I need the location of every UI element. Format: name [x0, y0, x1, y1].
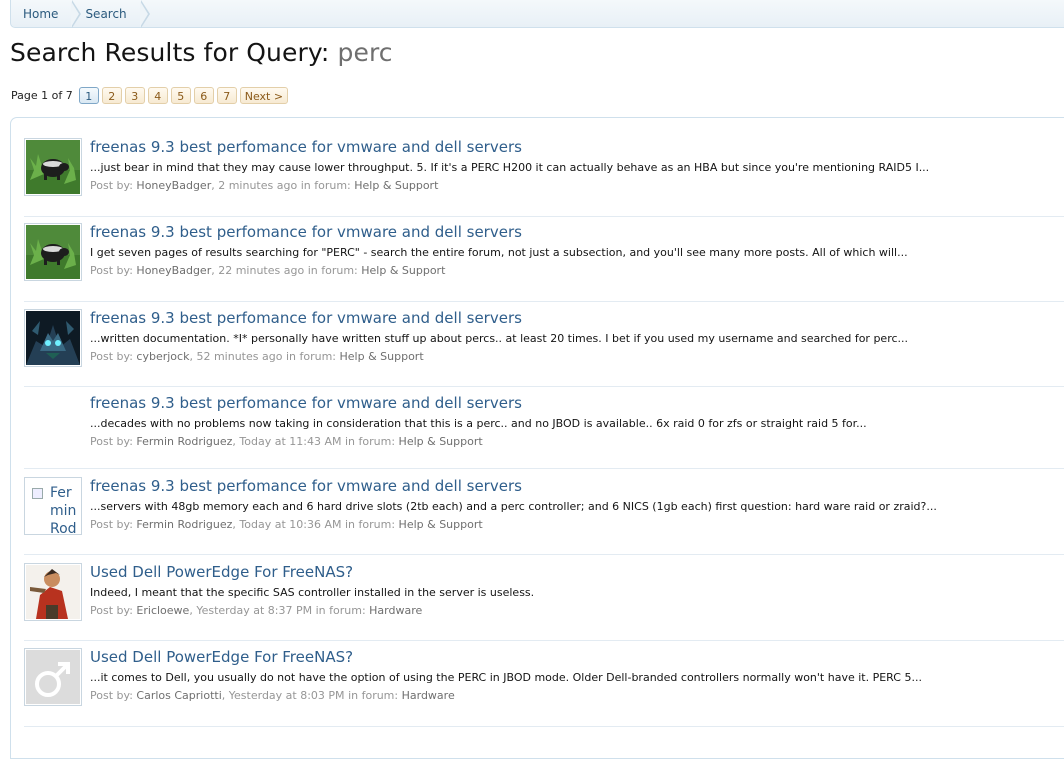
avatar-honeybadger[interactable]	[24, 223, 82, 281]
result-title-link[interactable]: freenas 9.3 best perfomance for vmware a…	[90, 138, 522, 156]
result-snippet: ...servers with 48gb memory each and 6 h…	[90, 500, 937, 513]
post-by-label: Post by:	[90, 689, 133, 702]
search-result: freenas 9.3 best perfomance for vmware a…	[24, 138, 1064, 217]
ericloewe-avatar-icon	[26, 565, 80, 619]
result-title-link[interactable]: freenas 9.3 best perfomance for vmware a…	[90, 309, 522, 327]
result-author-link[interactable]: Carlos Capriotti	[136, 689, 221, 702]
search-result: Used Dell PowerEdge For FreeNAS? ...it c…	[24, 648, 1064, 727]
honeybadger-avatar-icon	[26, 140, 80, 194]
result-title-link[interactable]: Used Dell PowerEdge For FreeNAS?	[90, 563, 353, 581]
result-forum-link[interactable]: Hardware	[402, 689, 455, 702]
result-author-link[interactable]: Fermin Rodriguez	[136, 518, 232, 531]
result-title-link[interactable]: freenas 9.3 best perfomance for vmware a…	[90, 223, 522, 241]
page-link-4[interactable]: 4	[147, 86, 168, 104]
result-snippet: ...decades with no problems now taking i…	[90, 417, 867, 430]
result-author-link[interactable]: Fermin Rodriguez	[136, 435, 232, 448]
page-of-label: Page 1 of 7	[11, 88, 73, 102]
result-title-link[interactable]: freenas 9.3 best perfomance for vmware a…	[90, 477, 522, 495]
result-forum-link[interactable]: Help & Support	[361, 264, 445, 277]
page-link-7[interactable]: 7	[216, 86, 237, 104]
result-author-link[interactable]: HoneyBadger	[136, 264, 211, 277]
in-forum-label: in forum:	[300, 179, 351, 192]
search-results-list: freenas 9.3 best perfomance for vmware a…	[10, 117, 1064, 759]
result-timestamp: Today at 11:43 AM	[239, 435, 342, 448]
breadcrumb-search-label[interactable]: Search	[85, 7, 126, 21]
page-link-1[interactable]: 1	[78, 86, 99, 104]
result-meta: Post by: HoneyBadger, 22 minutes ago in …	[90, 264, 446, 277]
post-by-label: Post by:	[90, 179, 133, 192]
result-timestamp: Yesterday at 8:37 PM	[196, 604, 313, 617]
result-snippet: ...just bear in mind that they may cause…	[90, 161, 930, 174]
search-result: freenas 9.3 best perfomance for vmware a…	[24, 394, 1064, 469]
result-meta: Post by: Ericloewe, Yesterday at 8:37 PM…	[90, 604, 423, 617]
result-author-link[interactable]: Ericloewe	[136, 604, 189, 617]
search-query: perc	[337, 38, 393, 67]
result-title-link[interactable]: Used Dell PowerEdge For FreeNAS?	[90, 648, 353, 666]
page-link-6[interactable]: 6	[193, 86, 214, 104]
result-forum-link[interactable]: Hardware	[369, 604, 422, 617]
page-link-5[interactable]: 5	[170, 86, 191, 104]
in-forum-label: in forum:	[285, 350, 336, 363]
breadcrumb-separator-icon	[139, 0, 150, 28]
search-result: freenas 9.3 best perfomance for vmware a…	[24, 309, 1064, 387]
result-timestamp: 52 minutes ago	[196, 350, 283, 363]
result-forum-link[interactable]: Help & Support	[340, 350, 424, 363]
result-timestamp: Today at 10:36 AM	[239, 518, 342, 531]
in-forum-label: in forum:	[348, 689, 399, 702]
result-snippet: ...it comes to Dell, you usually do not …	[90, 671, 922, 684]
result-meta: Post by: Fermin Rodriguez, Today at 11:4…	[90, 435, 483, 448]
result-forum-link[interactable]: Help & Support	[399, 435, 483, 448]
in-forum-label: in forum:	[345, 435, 396, 448]
post-by-label: Post by:	[90, 604, 133, 617]
page-title-prefix: Search Results for Query:	[10, 38, 330, 67]
result-forum-link[interactable]: Help & Support	[354, 179, 438, 192]
cyberjock-avatar-icon	[26, 311, 80, 365]
avatar-ericloewe[interactable]	[24, 563, 82, 621]
result-snippet: I get seven pages of results searching f…	[90, 246, 908, 259]
pagination: Page 1 of 7 1 2 3 4 5 6 7 Next >	[11, 85, 289, 105]
post-by-label: Post by:	[90, 435, 133, 448]
result-title-link[interactable]: freenas 9.3 best perfomance for vmware a…	[90, 394, 522, 412]
avatar-cyberjock[interactable]	[24, 309, 82, 367]
breadcrumb-home[interactable]: Home	[11, 0, 82, 28]
result-meta: Post by: HoneyBadger, 2 minutes ago in f…	[90, 179, 439, 192]
page-link-3[interactable]: 3	[124, 86, 145, 104]
result-timestamp: 22 minutes ago	[218, 264, 305, 277]
honeybadger-avatar-icon	[26, 225, 80, 279]
search-result: Fermin Rodriguez freenas 9.3 best perfom…	[24, 477, 1064, 555]
page-link-2[interactable]: 2	[101, 86, 122, 104]
result-author-link[interactable]: HoneyBadger	[136, 179, 211, 192]
post-by-label: Post by:	[90, 350, 133, 363]
post-by-label: Post by:	[90, 264, 133, 277]
result-meta: Post by: Carlos Capriotti, Yesterday at …	[90, 689, 455, 702]
search-result: freenas 9.3 best perfomance for vmware a…	[24, 223, 1064, 302]
avatar-fermin-rodriguez[interactable]: Fermin Rodriguez	[24, 477, 82, 535]
breadcrumb: Home Search	[10, 0, 1064, 28]
default-male-avatar-icon	[26, 650, 80, 704]
result-timestamp: Yesterday at 8:03 PM	[228, 689, 345, 702]
avatar-carlos-capriotti[interactable]	[24, 648, 82, 706]
avatar-alt-text: Fermin Rodriguez	[50, 485, 77, 533]
result-timestamp: 2 minutes ago	[218, 179, 298, 192]
result-snippet: ...written documentation. *I* personally…	[90, 332, 909, 345]
next-page-button[interactable]: Next >	[239, 86, 289, 104]
result-author-link[interactable]: cyberjock	[136, 350, 189, 363]
page-title: Search Results for Query: perc	[10, 38, 393, 67]
in-forum-label: in forum:	[315, 604, 366, 617]
breadcrumb-search[interactable]: Search	[72, 0, 150, 28]
result-forum-link[interactable]: Help & Support	[399, 518, 483, 531]
avatar-honeybadger[interactable]	[24, 138, 82, 196]
post-by-label: Post by:	[90, 518, 133, 531]
breadcrumb-home-label[interactable]: Home	[23, 7, 58, 21]
search-result: Used Dell PowerEdge For FreeNAS? Indeed,…	[24, 563, 1064, 641]
in-forum-label: in forum:	[307, 264, 358, 277]
result-meta: Post by: cyberjock, 52 minutes ago in fo…	[90, 350, 424, 363]
result-meta: Post by: Fermin Rodriguez, Today at 10:3…	[90, 518, 483, 531]
broken-image-icon	[32, 488, 43, 499]
result-snippet: Indeed, I meant that the specific SAS co…	[90, 586, 535, 599]
in-forum-label: in forum:	[345, 518, 396, 531]
